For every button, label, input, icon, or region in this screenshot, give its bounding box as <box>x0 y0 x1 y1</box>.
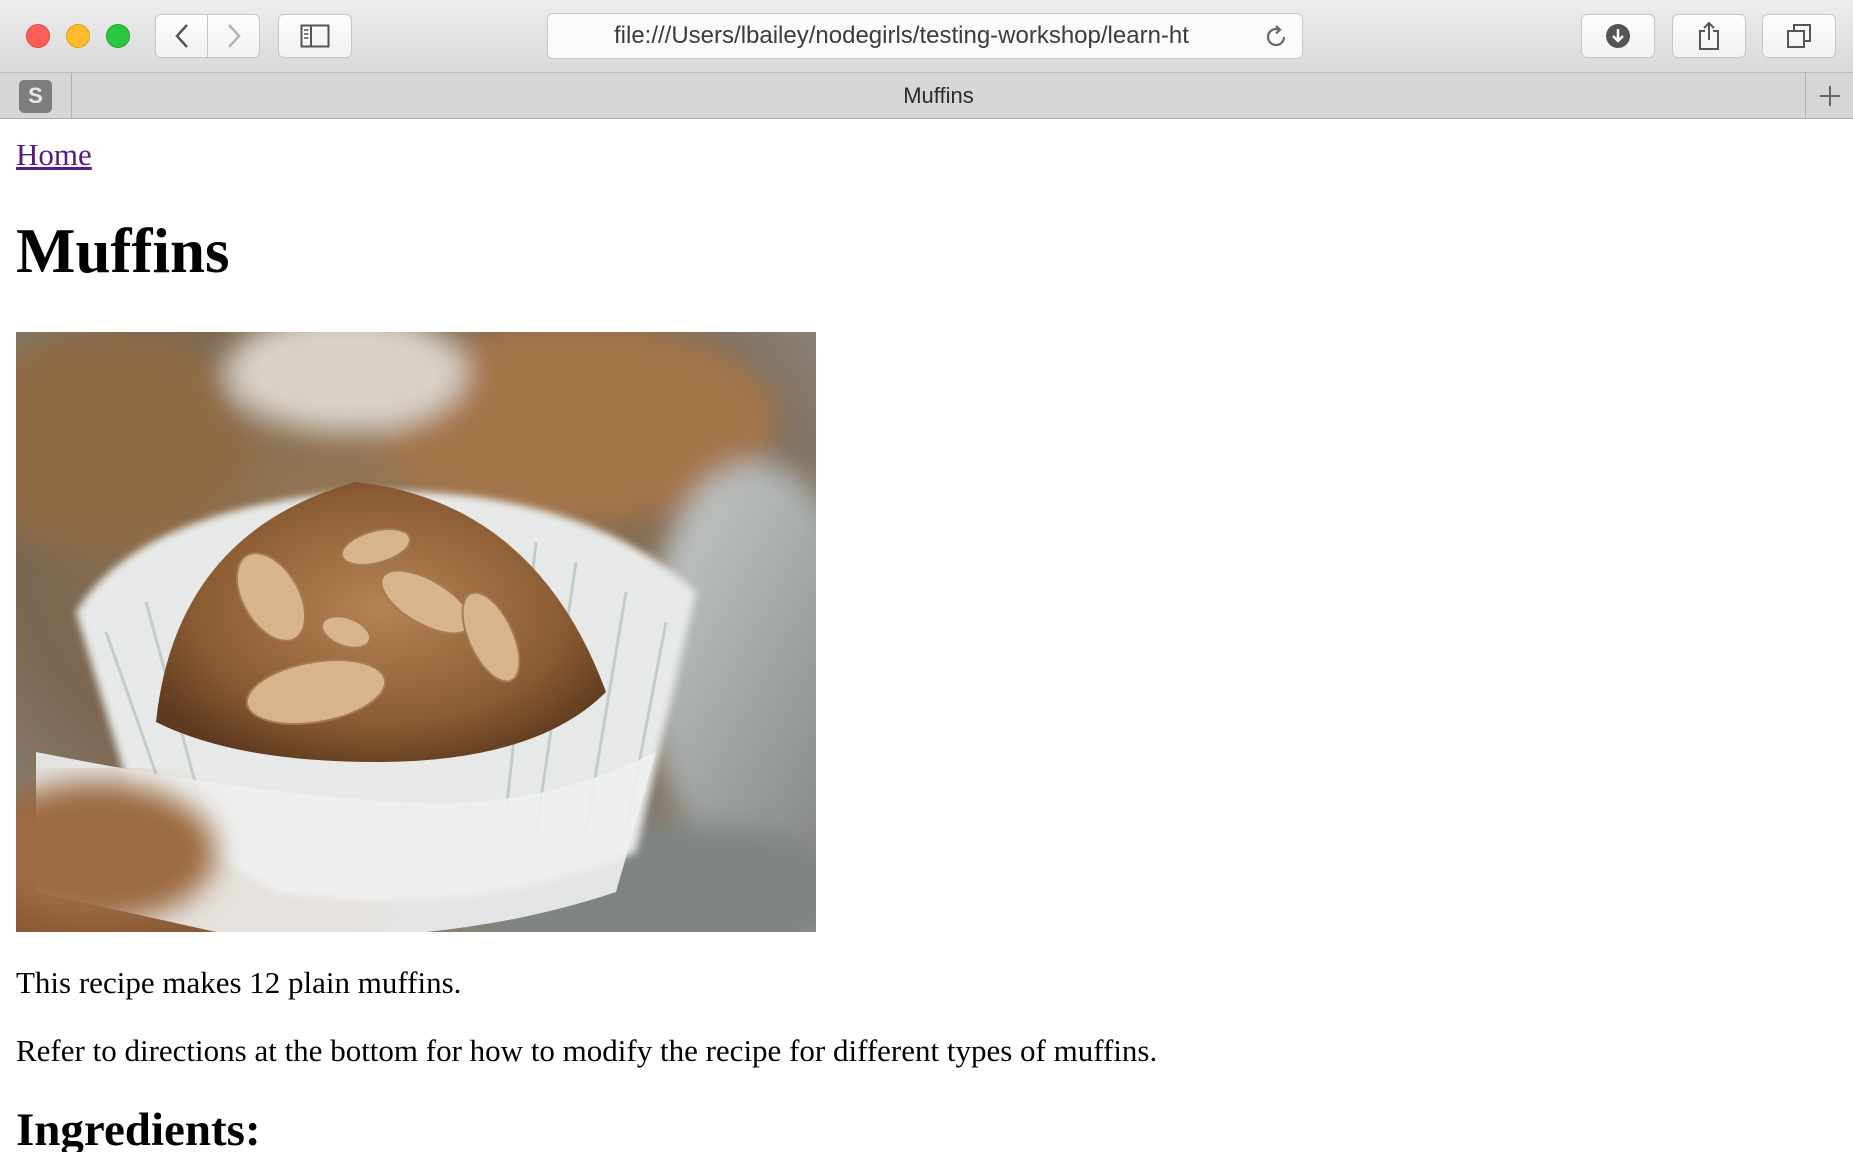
recipe-note-text: Refer to directions at the bottom for ho… <box>16 1033 1158 1068</box>
browser-toolbar: file:///Users/lbailey/nodegirls/testing-… <box>0 0 1853 73</box>
url-text[interactable]: file:///Users/lbailey/nodegirls/testing-… <box>614 22 1194 50</box>
page-title: Muffins <box>16 216 230 286</box>
navigation-buttons <box>155 14 260 58</box>
address-bar[interactable]: file:///Users/lbailey/nodegirls/testing-… <box>547 13 1303 59</box>
recipe-yield-text: This recipe makes 12 plain muffins. <box>16 965 462 1000</box>
tab-bar: S Muffins <box>0 73 1853 119</box>
close-window-button[interactable] <box>26 24 50 48</box>
forward-button[interactable] <box>207 15 259 57</box>
downloads-button[interactable] <box>1581 14 1655 58</box>
pinned-tab[interactable]: S <box>0 73 72 119</box>
sidebar-button[interactable] <box>278 14 352 58</box>
share-button[interactable] <box>1672 14 1746 58</box>
ingredients-heading: Ingredients: <box>16 1104 261 1152</box>
zoom-window-button[interactable] <box>106 24 130 48</box>
back-icon <box>174 24 188 48</box>
pinned-tab-favicon: S <box>19 79 52 113</box>
back-button[interactable] <box>156 15 207 57</box>
sidebar-icon <box>300 24 330 48</box>
download-icon <box>1606 24 1630 48</box>
minimize-window-button[interactable] <box>66 24 90 48</box>
tabs-overview-icon <box>1787 24 1811 48</box>
forward-icon <box>227 24 241 48</box>
home-link[interactable]: Home <box>16 137 92 173</box>
new-tab-icon <box>1819 86 1840 106</box>
tab-overview-button[interactable] <box>1762 14 1836 58</box>
share-icon <box>1699 21 1719 50</box>
new-tab-button[interactable] <box>1805 73 1853 119</box>
active-tab[interactable]: Muffins <box>72 73 1805 119</box>
reload-icon[interactable] <box>1262 23 1290 51</box>
muffin-photo <box>16 332 816 932</box>
